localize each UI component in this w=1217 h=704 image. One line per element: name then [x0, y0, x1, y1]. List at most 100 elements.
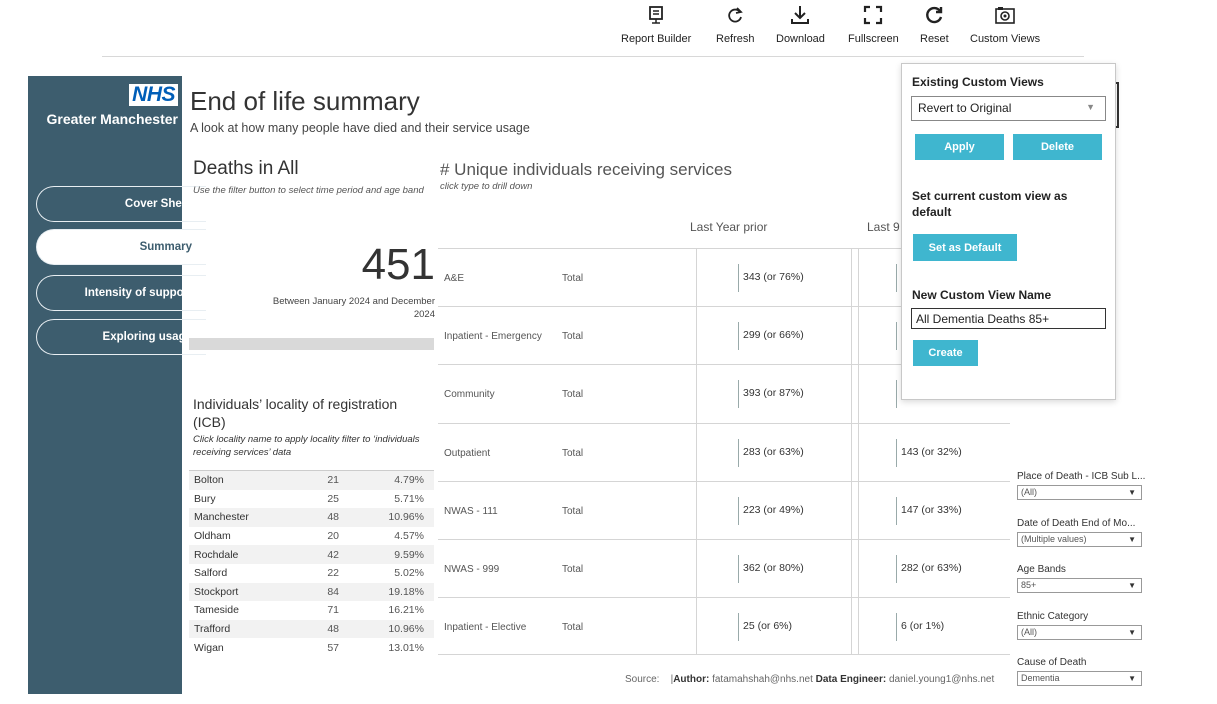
service-row[interactable]: NWAS - 999 Total 362 (or 80%) 282 (or 63%) — [438, 538, 1010, 598]
filter-value: (Multiple values) — [1021, 534, 1087, 544]
locality-name[interactable]: Oldham — [189, 530, 309, 542]
custom-views-panel: Existing Custom Views Revert to Original… — [901, 63, 1116, 400]
bar-tick — [896, 554, 897, 583]
locality-name[interactable]: Bury — [189, 493, 309, 505]
grid-line — [696, 307, 697, 365]
nav-intensity-of-support[interactable]: Intensity of support — [36, 275, 206, 311]
fullscreen-button[interactable]: Fullscreen — [848, 4, 899, 45]
service-name[interactable]: Inpatient - Elective — [444, 622, 526, 633]
locality-name[interactable]: Salford — [189, 567, 309, 579]
grid-line — [851, 598, 852, 655]
nav-label: Cover Sheet — [124, 198, 192, 210]
locality-count: 48 — [327, 511, 339, 524]
nav-exploring-usage[interactable]: Exploring usage — [36, 319, 206, 355]
service-name[interactable]: Community — [444, 389, 495, 400]
locality-row[interactable]: Wigan 57 13.01% — [189, 638, 434, 657]
chevron-down-icon: ▼ — [1128, 488, 1136, 497]
locality-count: 22 — [327, 567, 339, 580]
nav-label: Summary — [139, 241, 192, 253]
refresh-label: Refresh — [716, 33, 755, 45]
reset-button[interactable]: Reset — [920, 4, 949, 45]
locality-row[interactable]: Tameside 71 16.21% — [189, 601, 434, 620]
locality-row[interactable]: Bury 25 5.71% — [189, 490, 434, 509]
nav-cover-sheet[interactable]: Cover Sheet — [36, 186, 206, 222]
deaths-title: Deaths in All — [193, 158, 299, 179]
service-row[interactable]: NWAS - 111 Total 223 (or 49%) 147 (or 33%) — [438, 480, 1010, 539]
service-total-label: Total — [562, 622, 584, 634]
filter-value: (All) — [1021, 487, 1037, 497]
locality-name[interactable]: Manchester — [189, 511, 309, 523]
service-value-prior: 343 (or 76%) — [743, 271, 804, 283]
locality-percent: 10.96% — [388, 623, 424, 636]
chevron-down-icon: ▼ — [1086, 102, 1095, 112]
report-builder-icon — [649, 6, 664, 24]
chevron-down-icon: ▼ — [1128, 581, 1136, 590]
services-title: # Unique individuals receiving services — [440, 160, 732, 179]
locality-row[interactable]: Manchester 48 10.96% — [189, 508, 434, 527]
grid-line — [858, 249, 859, 307]
custom-views-button[interactable]: Custom Views — [970, 4, 1040, 45]
service-value-prior: 299 (or 66%) — [743, 329, 804, 342]
locality-name[interactable]: Bolton — [189, 474, 309, 486]
locality-row[interactable]: Oldham 20 4.57% — [189, 527, 434, 546]
locality-name[interactable]: Wigan — [189, 642, 309, 654]
locality-percent: 4.79% — [394, 474, 424, 487]
locality-row[interactable]: Salford 22 5.02% — [189, 564, 434, 583]
filter-dropdown[interactable]: 85+ ▼ — [1017, 578, 1142, 593]
filter-dropdown[interactable]: (All) ▼ — [1017, 485, 1142, 500]
locality-count: 42 — [327, 548, 339, 561]
bar-tick — [738, 380, 739, 409]
service-name[interactable]: NWAS - 111 — [444, 506, 498, 517]
bar-tick — [896, 322, 897, 351]
bar-tick — [896, 613, 897, 642]
set-default-button[interactable]: Set as Default — [913, 234, 1017, 261]
download-button[interactable]: Download — [776, 4, 825, 45]
service-value-recent: 6 (or 1%) — [901, 620, 945, 633]
locality-name[interactable]: Trafford — [189, 623, 309, 635]
service-row[interactable]: Inpatient - Elective Total 25 (or 6%) 6 (or… — [438, 597, 1010, 656]
filter-dropdown[interactable]: Dementia ▼ — [1017, 671, 1142, 686]
locality-row[interactable]: Stockport 84 19.18% — [189, 582, 434, 602]
services-col-header: Last Year prior — [690, 220, 768, 234]
create-button[interactable]: Create — [913, 340, 978, 366]
service-value-prior: 223 (or 49%) — [743, 503, 804, 516]
locality-count: 20 — [327, 530, 339, 543]
report-builder-button[interactable]: Report Builder — [621, 4, 691, 45]
grid-line — [696, 539, 697, 598]
filter-label: Ethnic Category — [1017, 611, 1089, 622]
service-row[interactable]: Outpatient Total 283 (or 63%) 143 (or 32%) — [438, 422, 1010, 481]
locality-row[interactable]: Bolton 21 4.79% — [189, 471, 434, 490]
refresh-button[interactable]: Refresh — [716, 4, 755, 45]
grid-line — [858, 598, 859, 655]
custom-view-select[interactable]: Revert to Original ▼ — [911, 96, 1106, 121]
locality-name[interactable]: Tameside — [189, 604, 309, 616]
locality-count: 21 — [327, 474, 339, 487]
new-view-name-input[interactable] — [911, 308, 1106, 329]
filter-dropdown[interactable]: (All) ▼ — [1017, 625, 1142, 640]
service-name[interactable]: NWAS - 999 — [444, 564, 499, 575]
grid-line — [851, 365, 852, 423]
locality-name[interactable]: Stockport — [189, 586, 309, 598]
filter-label: Place of Death - ICB Sub L... — [1017, 471, 1146, 482]
filter-dropdown[interactable]: (Multiple values) ▼ — [1017, 532, 1142, 547]
author-label: Author: — [673, 674, 710, 685]
services-note: click type to drill down — [440, 181, 533, 192]
grid-line — [851, 249, 852, 307]
filter-value: (All) — [1021, 627, 1037, 637]
filter-label: Date of Death End of Mo... — [1017, 518, 1136, 529]
service-value-recent: 147 (or 33%) — [901, 503, 962, 516]
locality-count: 57 — [327, 641, 339, 654]
apply-button[interactable]: Apply — [915, 134, 1004, 160]
service-name[interactable]: Inpatient - Emergency — [444, 331, 542, 342]
nav-summary[interactable]: Summary — [36, 229, 206, 265]
service-name[interactable]: A&E — [444, 273, 464, 284]
locality-row[interactable]: Rochdale 42 9.59% — [189, 545, 434, 564]
delete-button[interactable]: Delete — [1013, 134, 1102, 160]
filter-value: Dementia — [1021, 673, 1060, 683]
locality-percent: 19.18% — [388, 585, 424, 598]
locality-percent: 5.71% — [394, 492, 424, 505]
grid-line — [696, 249, 697, 307]
locality-row[interactable]: Trafford 48 10.96% — [189, 619, 434, 639]
service-name[interactable]: Outpatient — [444, 448, 490, 459]
locality-name[interactable]: Rochdale — [189, 549, 309, 561]
